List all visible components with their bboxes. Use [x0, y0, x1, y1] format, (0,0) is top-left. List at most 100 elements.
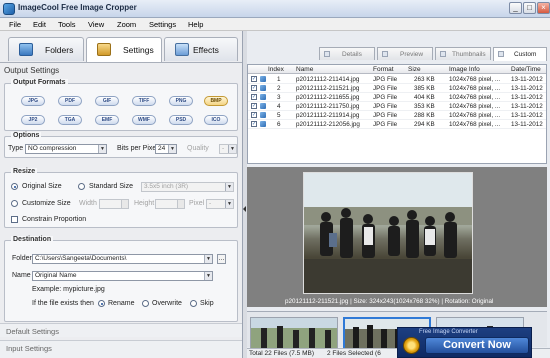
row-checkbox[interactable]: ✓ — [251, 103, 257, 109]
height-label: Height — [134, 200, 155, 207]
input-settings-section[interactable]: Input Settings — [0, 340, 242, 358]
format-gif-button[interactable]: GIF — [95, 96, 119, 106]
col-size[interactable]: Size — [408, 66, 421, 73]
menu-tools[interactable]: Tools — [58, 20, 76, 29]
chevron-down-icon: ▼ — [168, 145, 176, 153]
cell-date: 13-11-2012 — [511, 121, 543, 128]
format-wmf-button[interactable]: WMF — [132, 115, 156, 125]
table-row[interactable]: ✓ 5 p20121112-211914.jpg JPG File 288 KB 1024… — [248, 111, 546, 120]
skip-radio[interactable] — [190, 300, 197, 307]
cell-format: JPG File — [373, 85, 398, 92]
tab-details[interactable]: Details — [319, 47, 375, 60]
folder-select[interactable]: C:\Users\Sangeeta\Documents\ ▼ — [32, 254, 213, 264]
quality-select[interactable]: - ▼ — [219, 144, 237, 154]
close-button[interactable]: × — [537, 2, 550, 14]
menu-help[interactable]: Help — [188, 20, 203, 29]
overwrite-radio[interactable] — [142, 300, 149, 307]
name-select[interactable]: Original Name ▼ — [32, 271, 213, 281]
default-settings-section[interactable]: Default Settings — [0, 323, 242, 337]
format-psd-button[interactable]: PSD — [169, 115, 193, 125]
height-input[interactable] — [155, 199, 185, 209]
format-png-button[interactable]: PNG — [169, 96, 193, 106]
options-title: Options — [11, 132, 42, 139]
output-settings-heading: Output Settings — [4, 66, 60, 75]
tab-custom[interactable]: Custom — [493, 47, 547, 61]
format-emf-button[interactable]: EMF — [95, 115, 119, 125]
customize-size-radio[interactable] — [11, 200, 18, 207]
image-file-icon — [260, 112, 266, 118]
unit-select[interactable]: - ▼ — [206, 199, 234, 209]
customize-size-label: Customize Size — [22, 200, 71, 207]
row-checkbox[interactable]: ✓ — [251, 76, 257, 82]
overwrite-label: Overwrite — [152, 300, 182, 307]
format-tiff-button[interactable]: TIFF — [132, 96, 156, 106]
row-checkbox[interactable]: ✓ — [251, 94, 257, 100]
row-checkbox[interactable]: ✓ — [251, 112, 257, 118]
thumbnail-item[interactable] — [250, 317, 338, 352]
format-pdf-button[interactable]: PDF — [58, 96, 82, 106]
bpp-select[interactable]: 24 ▼ — [155, 144, 177, 154]
row-checkbox[interactable]: ✓ — [251, 85, 257, 91]
menu-view[interactable]: View — [88, 20, 104, 29]
cell-size: 385 KB — [414, 85, 435, 92]
menu-edit[interactable]: Edit — [33, 20, 46, 29]
format-jp2-button[interactable]: JP2 — [21, 115, 45, 125]
maximize-button[interactable]: □ — [523, 2, 536, 14]
chevron-down-icon: ▼ — [204, 272, 212, 280]
convert-now-banner[interactable]: Free Image Converter Convert Now — [397, 327, 532, 358]
tab-thumbnails[interactable]: Thumbnails — [435, 47, 491, 60]
tab-folders-label: Folders — [45, 45, 74, 55]
resize-group: Resize Original Size Standard Size 3.5x5… — [4, 168, 238, 228]
example-text: Example: mypicture.jpg — [32, 286, 105, 293]
image-file-icon — [260, 76, 266, 82]
tab-effects[interactable]: Effects — [164, 37, 238, 61]
table-row[interactable]: ✓ 4 p20121112-211750.jpg JPG File 353 KB 1024… — [248, 102, 546, 111]
col-format[interactable]: Format — [373, 66, 394, 73]
original-size-radio[interactable] — [11, 183, 18, 190]
row-checkbox[interactable]: ✓ — [251, 121, 257, 127]
menu-file[interactable]: File — [9, 20, 21, 29]
cell-name: p20121112-212056.jpg — [296, 121, 360, 128]
constrain-proportion-checkbox[interactable] — [11, 216, 18, 223]
convert-now-button[interactable]: Convert Now — [425, 337, 529, 354]
table-row[interactable]: ✓ 6 p20121112-212056.jpg JPG File 294 KB 1024… — [248, 120, 546, 129]
menu-zoom[interactable]: Zoom — [117, 20, 136, 29]
tab-preview[interactable]: Preview — [377, 47, 433, 60]
type-select[interactable]: NO compression ▼ — [25, 144, 107, 154]
chevron-down-icon: ▼ — [225, 183, 233, 191]
standard-size-radio[interactable] — [78, 183, 85, 190]
preview-caption: p20121112-211521.jpg | Size: 324x243(102… — [285, 298, 494, 305]
table-row[interactable]: ✓ 2 p20121112-211521.jpg JPG File 385 KB 1024… — [248, 84, 546, 93]
rename-radio[interactable] — [98, 300, 105, 307]
tab-settings[interactable]: Settings — [86, 37, 162, 62]
col-date-time[interactable]: Date/Time — [511, 66, 541, 73]
tab-folders[interactable]: Folders — [8, 37, 84, 61]
cell-info: 1024x768 pixel, ... — [449, 121, 501, 128]
cell-index: 6 — [277, 121, 281, 128]
image-file-icon — [260, 85, 266, 91]
format-tga-button[interactable]: TGA — [58, 115, 82, 125]
col-index[interactable]: Index — [268, 66, 284, 73]
standard-size-select[interactable]: 3.5x5 inch (3R) ▼ — [141, 182, 234, 192]
table-header: Index Name Format Size Image Info Date/T… — [248, 65, 546, 74]
col-name[interactable]: Name — [296, 66, 313, 73]
image-preview: p20121112-211521.jpg | Size: 324x243(102… — [247, 167, 547, 307]
format-bmp-button[interactable]: BMP — [204, 96, 228, 106]
app-icon — [3, 3, 15, 15]
menu-settings[interactable]: Settings — [149, 20, 176, 29]
skip-label: Skip — [200, 300, 214, 307]
browse-folder-button[interactable]: … — [217, 254, 226, 264]
width-label: Width — [79, 200, 97, 207]
cell-info: 1024x768 pixel, ... — [449, 103, 501, 110]
table-row[interactable]: ✓ 1 p20121112-211414.jpg JPG File 263 KB 1024… — [248, 75, 546, 84]
format-ico-button[interactable]: ICO — [204, 115, 228, 125]
minimize-button[interactable]: _ — [509, 2, 522, 14]
folder-label: Folder — [12, 255, 32, 262]
thumbnails-icon — [440, 51, 446, 57]
col-image-info[interactable]: Image Info — [449, 66, 480, 73]
table-row[interactable]: ✓ 3 p20121112-211655.jpg JPG File 404 KB 1024… — [248, 93, 546, 102]
width-input[interactable] — [99, 199, 129, 209]
format-jpg-button[interactable]: JPG — [21, 96, 45, 106]
unit-value: - — [209, 200, 212, 207]
status-selected: 2 Files Selected (6 — [327, 350, 381, 357]
